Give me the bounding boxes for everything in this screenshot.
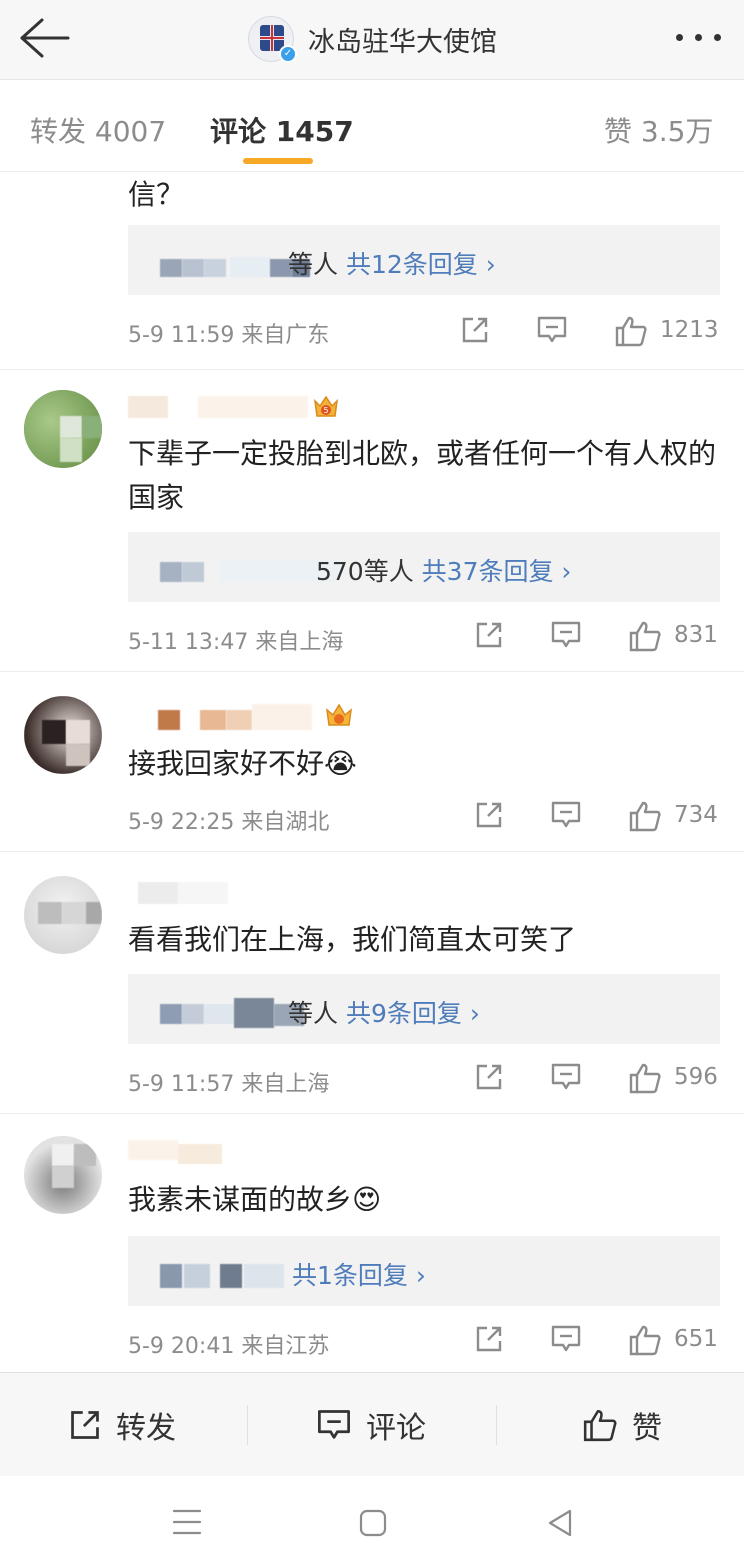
comment-icon[interactable]	[550, 1062, 582, 1092]
like-icon[interactable]	[628, 1324, 662, 1356]
share-icon[interactable]	[474, 1324, 504, 1354]
reply-summary: 共1条回复 ›	[292, 1261, 426, 1290]
tab-comments[interactable]: 评论 1457	[210, 110, 354, 150]
share-icon[interactable]	[474, 800, 504, 830]
like-count: 651	[674, 1326, 718, 1352]
comment-meta: 5-9 20:41 来自江苏	[128, 1334, 330, 1359]
like-count: 831	[674, 622, 718, 648]
crown-badge-icon	[326, 703, 352, 726]
reply-summary: 570等人 共37条回复 ›	[316, 557, 572, 586]
verified-badge-icon: ✓	[279, 45, 297, 63]
comment-actions: 651	[474, 1324, 720, 1360]
like-icon	[583, 1409, 617, 1442]
comment-icon[interactable]	[536, 315, 568, 345]
top-app-bar: ✓ 冰岛驻华大使馆	[0, 0, 744, 80]
comment-item: 我素未谋面的故乡😍 共1条回复 › 5-9 20:41 来自江苏 651	[0, 1114, 744, 1372]
comment-item: 信？ 等人 共12条回复 › 5-9 11:59 来自广东 1213	[0, 173, 744, 370]
avatar[interactable]	[24, 696, 102, 774]
comment-label: 评论	[366, 1411, 426, 1446]
reply-summary: 等人 共9条回复 ›	[288, 999, 480, 1028]
back-triangle-icon[interactable]	[546, 1508, 574, 1538]
avatar[interactable]	[24, 1136, 102, 1214]
username-redacted[interactable]	[128, 700, 358, 730]
account-name: 冰岛驻华大使馆	[308, 26, 497, 58]
comment-icon[interactable]	[550, 620, 582, 650]
username-redacted[interactable]	[128, 1136, 248, 1166]
repost-button[interactable]: 转发	[68, 1403, 176, 1447]
menu-icon[interactable]	[172, 1508, 202, 1536]
username-redacted[interactable]	[128, 878, 248, 908]
share-icon	[71, 1411, 99, 1439]
comment-actions: 1213	[460, 315, 720, 351]
avatar[interactable]	[24, 876, 102, 954]
like-icon[interactable]	[628, 1062, 662, 1094]
like-count: 734	[674, 802, 718, 828]
comment-text: 我素未谋面的故乡😍	[128, 1183, 382, 1216]
reply-preview[interactable]: 570等人 共37条回复 ›	[128, 532, 720, 602]
avatar[interactable]	[24, 390, 102, 468]
like-icon[interactable]	[628, 620, 662, 652]
like-button[interactable]: 赞	[582, 1403, 662, 1447]
comment-text: 看看我们在上海，我们简直太可笑了	[128, 923, 577, 956]
like-icon[interactable]	[614, 315, 648, 347]
comment-text: 信？	[128, 178, 185, 211]
reply-summary: 等人 共12条回复 ›	[288, 250, 496, 279]
back-arrow-icon[interactable]	[18, 16, 70, 60]
comment-actions: 831	[474, 620, 720, 656]
comment-text: 接我回家好不好😭	[128, 747, 357, 780]
tab-repost[interactable]: 转发 4007	[30, 110, 166, 150]
comment-meta: 5-9 11:57 来自上海	[128, 1072, 330, 1097]
svg-text:5: 5	[323, 406, 328, 415]
comment-actions: 734	[474, 800, 720, 836]
like-label: 赞	[632, 1411, 662, 1446]
comment-meta: 5-9 11:59 来自广东	[128, 323, 330, 348]
comment-meta: 5-11 13:47 来自上海	[128, 630, 344, 655]
member-badge-icon: 5	[313, 395, 339, 417]
share-icon[interactable]	[474, 1062, 504, 1092]
comment-icon[interactable]	[550, 800, 582, 830]
username-redacted[interactable]: 5	[128, 392, 348, 422]
like-icon[interactable]	[628, 800, 662, 832]
comment-button[interactable]: 评论	[316, 1403, 426, 1447]
comment-item: 接我回家好不好😭 5-9 22:25 来自湖北 734	[0, 672, 744, 852]
account-avatar[interactable]: ✓	[248, 16, 297, 63]
like-count: 596	[674, 1064, 718, 1090]
like-count: 1213	[660, 317, 719, 343]
active-tab-indicator	[243, 158, 313, 164]
system-navigation-bar	[0, 1476, 744, 1567]
comment-actions: 596	[474, 1062, 720, 1098]
share-icon[interactable]	[460, 315, 490, 345]
reply-preview[interactable]: 共1条回复 ›	[128, 1236, 720, 1306]
more-icon[interactable]	[676, 34, 722, 42]
home-icon[interactable]	[358, 1508, 388, 1538]
repost-label: 转发	[116, 1411, 176, 1446]
comment-text: 下辈子一定投胎到北欧，或者任何一个有人权的国家	[128, 437, 717, 514]
comment-item: 看看我们在上海，我们简直太可笑了 等人 共9条回复 › 5-9 11:57 来自…	[0, 852, 744, 1114]
account-title[interactable]: ✓ 冰岛驻华大使馆	[248, 12, 497, 66]
detail-tabs: 转发 4007 评论 1457 赞 3.5万	[0, 80, 744, 172]
share-icon[interactable]	[474, 620, 504, 650]
comment-icon	[318, 1410, 350, 1439]
bottom-action-bar: 转发 评论 赞	[0, 1372, 744, 1476]
reply-preview[interactable]: 等人 共12条回复 ›	[128, 225, 720, 295]
reply-preview[interactable]: 等人 共9条回复 ›	[128, 974, 720, 1044]
tab-likes[interactable]: 赞 3.5万	[604, 110, 713, 150]
comment-meta: 5-9 22:25 来自湖北	[128, 810, 330, 835]
comment-icon[interactable]	[550, 1324, 582, 1354]
comment-item: 5 下辈子一定投胎到北欧，或者任何一个有人权的国家 570等人 共37条回复 ›…	[0, 370, 744, 672]
